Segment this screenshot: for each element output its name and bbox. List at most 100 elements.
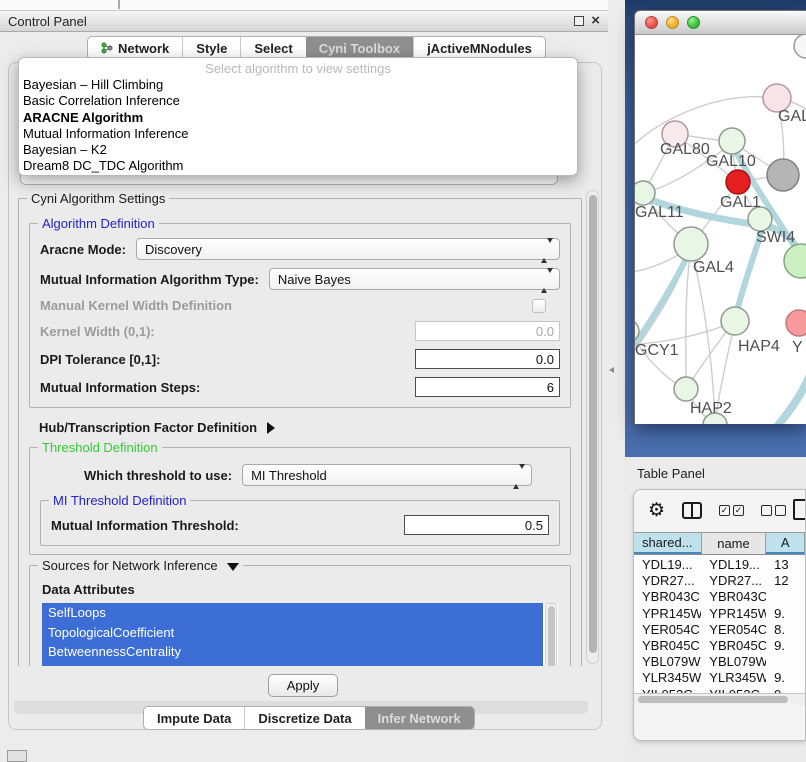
network-node-gal4[interactable] (674, 227, 708, 261)
spinner-arrows-icon (513, 469, 525, 484)
network-edge[interactable] (686, 247, 691, 387)
document-icon[interactable] (793, 499, 806, 520)
zoom-traffic-light[interactable] (687, 16, 700, 29)
network-node[interactable] (767, 159, 799, 191)
table-row[interactable]: YBR045CYBR045C9. (634, 638, 805, 654)
bottom-tab-discretize-data[interactable]: Discretize Data (244, 707, 364, 729)
tab-style[interactable]: Style (182, 37, 240, 59)
network-node-y[interactable] (786, 310, 806, 336)
aracne-mode-select[interactable]: Discovery (136, 238, 560, 260)
tab-jactivemnodules[interactable]: jActiveMNodules (413, 37, 545, 59)
mi-threshold-group-title: MI Threshold Definition (49, 493, 190, 508)
mi-threshold-group: MI Threshold Definition Mutual Informati… (40, 500, 560, 546)
table-row[interactable]: YDR27...YDR27...12 (634, 573, 805, 589)
table-row[interactable]: YER054CYER054C8. (634, 622, 805, 638)
which-threshold-label: Which threshold to use: (84, 468, 232, 483)
column-header-a[interactable]: A (766, 533, 805, 554)
attribute-item-topologicalcoefficient[interactable]: TopologicalCoefficient (42, 623, 543, 643)
data-attributes-label: Data Attributes (42, 582, 560, 597)
table-panel: ⚙ ✓✓ shared...nameA YDL19...YDL19...13YD… (633, 489, 806, 741)
table-cell: 13 (766, 557, 805, 573)
close-traffic-light[interactable] (645, 16, 658, 29)
network-node-hap2[interactable] (674, 377, 698, 401)
mi-threshold-field[interactable]: 0.5 (404, 515, 549, 535)
network-graph: GALGAL80GAL10GAL1GAL11SWI4GAL4GCY1HAP4YH… (635, 35, 806, 424)
algorithm-definition-title: Algorithm Definition (38, 216, 159, 231)
table-horizontal-scrollbar[interactable] (634, 693, 805, 705)
network-icon (101, 42, 113, 54)
table-row[interactable]: YBL079WYBL079W (634, 654, 805, 670)
table-cell: 9. (766, 606, 805, 622)
network-node-gal1[interactable] (726, 170, 750, 194)
table-cell: YBL079W (634, 654, 701, 670)
float-window-icon[interactable] (574, 16, 584, 26)
table-header-row: shared...nameA (634, 532, 805, 555)
tab-network[interactable]: Network (88, 37, 182, 59)
algorithm-option-mutual-information-inference[interactable]: Mutual Information Inference (19, 126, 577, 142)
attribute-item-selfloops[interactable]: SelfLoops (42, 603, 543, 623)
deselect-all-columns-icon[interactable] (761, 505, 786, 516)
table-row[interactable]: YLR345WYLR345W9. (634, 670, 805, 686)
column-header-name[interactable]: name (702, 533, 767, 554)
attribute-item-gal4rgexp[interactable]: gal4RGexp (42, 662, 543, 666)
table-cell: YPR145W (634, 606, 701, 622)
node-table: shared...nameA YDL19...YDL19...13YDR27..… (634, 532, 805, 705)
table-row[interactable]: YPR145WYPR145W9. (634, 606, 805, 622)
manual-kernel-checkbox[interactable] (532, 299, 546, 313)
network-edge-thick[interactable] (737, 377, 806, 424)
apply-button[interactable]: Apply (268, 674, 338, 697)
bottom-tab-label: Discretize Data (258, 711, 351, 726)
table-cell: YDL19... (634, 557, 701, 573)
table-cell (766, 654, 805, 670)
network-node[interactable] (794, 35, 806, 58)
gear-icon[interactable]: ⚙ (648, 501, 665, 520)
attribute-item-betweennesscentrality[interactable]: BetweennessCentrality (42, 642, 543, 662)
minimized-panel-icon[interactable] (7, 750, 27, 762)
mi-steps-field[interactable]: 6 (415, 377, 560, 397)
network-node-gal11[interactable] (635, 181, 655, 205)
table-cell: YLR345W (701, 670, 766, 686)
algorithm-option-bayesian-hill-climbing[interactable]: Bayesian – Hill Climbing (19, 77, 577, 93)
hub-factor-label: Hub/Transcription Factor Definition (39, 420, 257, 435)
splitter-collapse-icon[interactable] (609, 367, 614, 373)
table-cell: YER054C (701, 622, 766, 638)
dpi-tolerance-field[interactable]: 0.0 (415, 349, 560, 369)
algorithm-option-dream8-dc-tdc-algorithm[interactable]: Dream8 DC_TDC Algorithm (19, 158, 577, 174)
column-header-shared[interactable]: shared... (634, 533, 702, 554)
network-window-titlebar[interactable] (635, 11, 806, 35)
table-row[interactable]: YBR043CYBR043C (634, 589, 805, 605)
bottom-tab-infer-network[interactable]: Infer Network (365, 707, 474, 729)
network-node-hap4[interactable] (721, 307, 749, 335)
node-label-y: Y (792, 339, 803, 356)
attributes-list-scrollbar[interactable] (545, 603, 557, 666)
node-label-gal80: GAL80 (660, 141, 710, 158)
aracne-mode-label: Aracne Mode: (40, 242, 126, 257)
network-node-gal10[interactable] (719, 128, 745, 154)
algorithm-option-aracne-algorithm[interactable]: ARACNE Algorithm (19, 110, 577, 126)
table-cell: 8. (766, 622, 805, 638)
minimize-traffic-light[interactable] (666, 16, 679, 29)
settings-scroll-area: Cyni Algorithm Settings Algorithm Defini… (14, 188, 586, 666)
algorithm-option-bayesian-k2[interactable]: Bayesian – K2 (19, 142, 577, 158)
hub-factor-section-toggle[interactable]: Hub/Transcription Factor Definition (39, 420, 571, 435)
tab-select[interactable]: Select (240, 37, 305, 59)
table-cell: 12 (766, 573, 805, 589)
sources-section-toggle[interactable]: Sources for Network Inference (38, 558, 243, 573)
expanded-arrow-icon (227, 563, 239, 571)
close-icon[interactable]: × (591, 16, 600, 26)
algorithm-option-basic-correlation-inference[interactable]: Basic Correlation Inference (19, 93, 577, 109)
network-node[interactable] (784, 244, 806, 278)
split-columns-icon[interactable] (682, 502, 702, 519)
table-cell: YPR145W (701, 606, 766, 622)
network-canvas[interactable]: GALGAL80GAL10GAL1GAL11SWI4GAL4GCY1HAP4YH… (635, 35, 806, 424)
bottom-tab-impute-data[interactable]: Impute Data (144, 707, 244, 729)
which-threshold-select[interactable]: MI Threshold (242, 464, 532, 486)
tab-cyni-toolbox[interactable]: Cyni Toolbox (306, 37, 413, 59)
mi-type-select[interactable]: Naive Bayes (269, 268, 560, 290)
select-all-columns-icon[interactable]: ✓✓ (719, 505, 744, 516)
settings-vertical-scrollbar[interactable] (586, 190, 599, 664)
kernel-width-field[interactable]: 0.0 (415, 321, 560, 341)
control-panel-title: Control Panel (8, 14, 87, 29)
table-row[interactable]: YDL19...YDL19...13 (634, 557, 805, 573)
tab-label: jActiveMNodules (427, 41, 532, 56)
